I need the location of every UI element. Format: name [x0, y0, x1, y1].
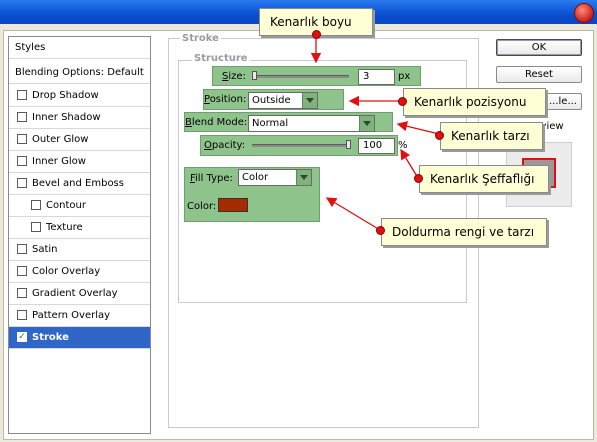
style-item-label: Gradient Overlay	[32, 288, 118, 299]
style-item[interactable]: Outer Glow	[9, 129, 150, 151]
style-item[interactable]: Inner Glow	[9, 151, 150, 173]
style-checkbox[interactable]	[17, 90, 27, 100]
style-item-label: Texture	[46, 222, 83, 233]
style-item[interactable]: Satin	[9, 239, 150, 261]
chevron-down-icon[interactable]	[302, 93, 317, 108]
blending-options-item[interactable]: Blending Options: Default	[9, 62, 150, 84]
callout-fill-dot	[376, 226, 385, 235]
style-item-label: Stroke	[32, 332, 69, 343]
style-item-label: Pattern Overlay	[32, 310, 111, 321]
opacity-slider-thumb[interactable]	[346, 140, 351, 149]
style-item-label: Outer Glow	[32, 134, 89, 145]
size-label: Size:	[222, 71, 246, 82]
opacity-unit: %	[398, 140, 408, 151]
styles-list: Styles Blending Options: Default Drop Sh…	[8, 36, 151, 434]
style-item-label: Bevel and Emboss	[32, 178, 124, 189]
opacity-input[interactable]: 100	[358, 138, 395, 154]
style-checkbox[interactable]	[17, 266, 27, 276]
style-item-label: Inner Shadow	[32, 112, 101, 123]
style-item[interactable]: ✓ Stroke	[9, 327, 150, 349]
style-checkbox[interactable]	[17, 178, 27, 188]
style-checkbox[interactable]	[31, 222, 41, 232]
size-slider-thumb[interactable]	[252, 71, 257, 80]
style-item-label: Color Overlay	[32, 266, 101, 277]
fill-type-label: Fill Type:	[190, 173, 233, 184]
stroke-color-swatch[interactable]	[218, 198, 248, 212]
callout-fill: Doldurma rengi ve tarzı	[381, 218, 547, 246]
chevron-down-icon[interactable]	[296, 170, 311, 185]
style-item[interactable]: Texture	[9, 217, 150, 239]
style-item[interactable]: Color Overlay	[9, 261, 150, 283]
style-item-label: Satin	[32, 244, 58, 255]
stroke-group-title: Stroke	[180, 33, 221, 44]
styles-header[interactable]: Styles	[9, 37, 150, 59]
style-item[interactable]: Pattern Overlay	[9, 305, 150, 327]
callout-blend-dot	[435, 131, 444, 140]
opacity-slider[interactable]	[252, 144, 349, 147]
size-unit: px	[398, 71, 411, 82]
fill-type-select[interactable]: Color	[238, 169, 312, 186]
callout-position-dot	[398, 97, 407, 106]
style-checkbox[interactable]	[17, 310, 27, 320]
callout-position: Kenarlık pozisyonu	[403, 88, 546, 116]
callout-size-dot	[312, 30, 321, 39]
color-label: Color:	[187, 201, 217, 212]
style-checkbox[interactable]	[31, 200, 41, 210]
position-label: Position:	[204, 94, 247, 105]
blending-options-label: Blending Options: Default	[15, 67, 144, 78]
chevron-down-icon[interactable]	[359, 116, 374, 131]
reset-button[interactable]: Reset	[496, 66, 582, 83]
ok-button[interactable]: OK	[496, 39, 582, 56]
size-slider[interactable]	[252, 75, 349, 78]
callout-opacity: Kenarlık Şeffaflığı	[419, 165, 549, 193]
style-checkbox[interactable]	[17, 156, 27, 166]
style-checkbox[interactable]	[17, 134, 27, 144]
style-item-label: Contour	[46, 200, 86, 211]
style-item[interactable]: Contour	[9, 195, 150, 217]
style-checkbox[interactable]: ✓	[17, 332, 27, 342]
close-icon[interactable]	[574, 3, 594, 23]
position-select[interactable]: Outside	[248, 92, 318, 109]
blend-mode-select[interactable]: Normal	[248, 115, 375, 132]
style-item-label: Inner Glow	[32, 156, 86, 167]
style-item[interactable]: Bevel and Emboss	[9, 173, 150, 195]
callout-opacity-dot	[414, 174, 423, 183]
callout-blend: Kenarlık tarzı	[440, 122, 543, 150]
style-checkbox[interactable]	[17, 288, 27, 298]
style-item-label: Drop Shadow	[32, 90, 99, 101]
style-item[interactable]: Drop Shadow	[9, 85, 150, 107]
style-checkbox[interactable]	[17, 244, 27, 254]
style-checkbox[interactable]	[17, 112, 27, 122]
style-item[interactable]: Gradient Overlay	[9, 283, 150, 305]
opacity-label: Opacity:	[204, 140, 246, 151]
styles-header-label: Styles	[15, 42, 46, 53]
size-input[interactable]: 3	[358, 69, 395, 85]
structure-group-title: Structure	[192, 53, 250, 64]
style-item[interactable]: Inner Shadow	[9, 107, 150, 129]
blend-mode-label: Blend Mode:	[185, 117, 248, 128]
